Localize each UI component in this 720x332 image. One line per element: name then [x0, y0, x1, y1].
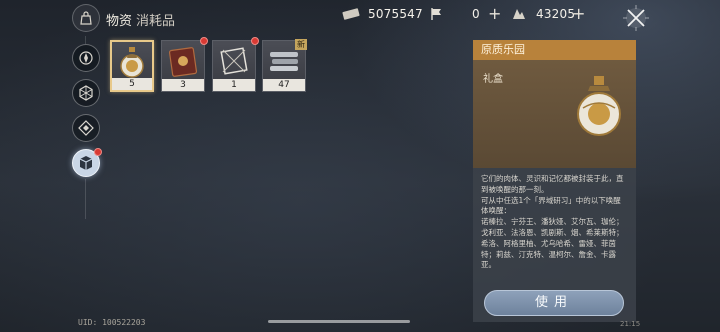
close-button[interactable] [620, 2, 652, 34]
crystal-value: 43205 [536, 7, 576, 21]
bag-icon [80, 11, 92, 25]
book-icon [168, 47, 198, 77]
close-icon [623, 5, 649, 31]
item-detail-panel: 原质乐园 礼盒 它们的肉体、灵识和记忆都被封装于此，直到被唤醒的那一刻。 可从中… [473, 40, 636, 322]
notification-badge [200, 37, 208, 45]
nav-item-compass[interactable] [72, 44, 100, 72]
clock: 21:15 [620, 320, 641, 328]
compass-icon [79, 51, 93, 65]
nav-item-network[interactable] [72, 79, 100, 107]
currency-ticket: 5075547 [342, 5, 423, 23]
flask-icon [120, 47, 144, 78]
slot-count: 1 [213, 79, 255, 91]
flag-value: 0 [472, 7, 480, 21]
top-bar: 物资 消耗品 5075547 0 + 43205 + [0, 0, 720, 36]
diamond-target-icon [78, 120, 94, 136]
item-name: 原质乐园 [473, 40, 636, 60]
use-button[interactable]: 使用 [484, 290, 624, 316]
title-sub: 消耗品 [136, 14, 176, 29]
nav-divider [85, 179, 86, 219]
nav-item-target[interactable] [72, 114, 100, 142]
currency-flag: 0 [428, 5, 480, 23]
currency-crystal: 43205 [510, 5, 575, 23]
ticket-value: 5075547 [368, 7, 423, 21]
nav-item-consumables[interactable] [72, 148, 102, 177]
new-tag: 新 [295, 39, 307, 50]
item-preview: 礼盒 [473, 60, 636, 168]
frame-box-icon [220, 47, 248, 75]
bag-button[interactable] [72, 4, 100, 32]
crystal-icon [513, 9, 525, 19]
flag-icon [431, 8, 441, 20]
title-main: 物资 [106, 14, 133, 29]
slot-count: 5 [112, 78, 152, 90]
user-id: UID: 100522203 [78, 318, 146, 327]
inventory-slot-metal-bars[interactable]: 新 47 [262, 39, 307, 92]
flask-large-icon [577, 76, 621, 136]
slot-count: 3 [162, 79, 204, 91]
hex-network-icon [79, 85, 93, 101]
nav-divider [85, 36, 86, 44]
inventory-slot-frame-box[interactable]: 1 [212, 37, 259, 92]
home-indicator[interactable] [268, 320, 410, 323]
notification-badge [251, 37, 259, 45]
item-type: 礼盒 [483, 74, 503, 85]
add-flag-button[interactable]: + [488, 6, 501, 22]
slot-count: 47 [263, 79, 305, 91]
add-crystal-button[interactable]: + [572, 6, 585, 22]
inventory-slot-red-tome[interactable]: 3 [161, 37, 208, 92]
cube-icon [79, 156, 93, 170]
metal-bars-icon [270, 52, 298, 71]
notification-badge [94, 148, 102, 156]
inventory-slot-gift-flask[interactable]: 5 [110, 40, 154, 92]
page-title: 物资 消耗品 [106, 10, 175, 29]
ticket-icon [342, 8, 360, 20]
